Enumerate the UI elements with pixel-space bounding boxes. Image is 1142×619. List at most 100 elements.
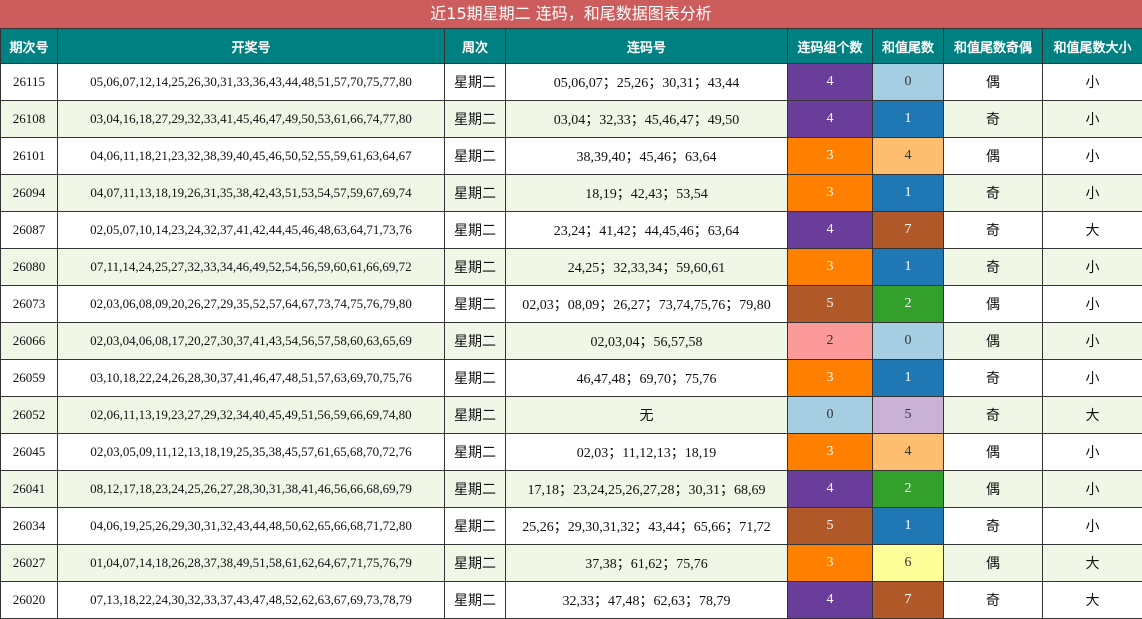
weekday-cell: 星期二: [445, 545, 506, 582]
table-row: 2610104,06,11,18,21,23,32,38,39,40,45,46…: [1, 138, 1142, 175]
header-draw[interactable]: 开奖号: [58, 29, 445, 64]
table-row: 2610803,04,16,18,27,29,32,33,41,45,46,47…: [1, 101, 1142, 138]
weekday-cell: 星期二: [445, 101, 506, 138]
tail-size-cell: 小: [1043, 471, 1142, 508]
tail-parity-cell: 偶: [944, 471, 1043, 508]
tail-parity-cell: 奇: [944, 360, 1043, 397]
tail-parity-cell: 偶: [944, 64, 1043, 101]
tail-parity-cell: 偶: [944, 434, 1043, 471]
weekday-cell: 星期二: [445, 64, 506, 101]
tail-size-cell: 小: [1043, 249, 1142, 286]
table-row: 2609404,07,11,13,18,19,26,31,35,38,42,43…: [1, 175, 1142, 212]
tail-size-cell: 小: [1043, 360, 1142, 397]
issue-cell: 26115: [1, 64, 58, 101]
issue-cell: 26052: [1, 397, 58, 434]
analysis-table: 期次号 开奖号 周次 连码号 连码组个数 和值尾数 和值尾数奇偶 和值尾数大小 …: [0, 28, 1142, 619]
weekday-cell: 星期二: [445, 212, 506, 249]
draw-numbers-cell: 07,13,18,22,24,30,32,33,37,43,47,48,52,6…: [58, 582, 445, 619]
sum-tail-cell: 0: [873, 64, 944, 101]
tail-parity-cell: 奇: [944, 249, 1043, 286]
tail-parity-cell: 奇: [944, 508, 1043, 545]
tail-parity-cell: 偶: [944, 323, 1043, 360]
issue-cell: 26020: [1, 582, 58, 619]
group-count-cell: 5: [788, 508, 873, 545]
group-count-cell: 5: [788, 286, 873, 323]
draw-numbers-cell: 04,07,11,13,18,19,26,31,35,38,42,43,51,5…: [58, 175, 445, 212]
draw-numbers-cell: 01,04,07,14,18,26,28,37,38,49,51,58,61,6…: [58, 545, 445, 582]
table-row: 2611505,06,07,12,14,25,26,30,31,33,36,43…: [1, 64, 1142, 101]
consecutive-numbers-cell: 23,24；41,42；44,45,46；63,64: [506, 212, 788, 249]
issue-cell: 26034: [1, 508, 58, 545]
consecutive-numbers-cell: 46,47,48；69,70；75,76: [506, 360, 788, 397]
draw-numbers-cell: 02,03,05,09,11,12,13,18,19,25,35,38,45,5…: [58, 434, 445, 471]
tail-size-cell: 小: [1043, 64, 1142, 101]
consecutive-numbers-cell: 02,03,04；56,57,58: [506, 323, 788, 360]
consecutive-numbers-cell: 37,38；61,62；75,76: [506, 545, 788, 582]
tail-size-cell: 大: [1043, 582, 1142, 619]
tail-size-cell: 小: [1043, 138, 1142, 175]
issue-cell: 26073: [1, 286, 58, 323]
consecutive-numbers-cell: 05,06,07；25,26；30,31；43,44: [506, 64, 788, 101]
issue-cell: 26101: [1, 138, 58, 175]
weekday-cell: 星期二: [445, 138, 506, 175]
sum-tail-cell: 4: [873, 138, 944, 175]
table-title: 近15期星期二 连码，和尾数据图表分析: [0, 0, 1142, 28]
tail-parity-cell: 奇: [944, 582, 1043, 619]
group-count-cell: 4: [788, 212, 873, 249]
issue-cell: 26027: [1, 545, 58, 582]
consecutive-numbers-cell: 02,03；08,09；26,27；73,74,75,76；79,80: [506, 286, 788, 323]
header-size[interactable]: 和值尾数大小: [1043, 29, 1142, 64]
group-count-cell: 3: [788, 360, 873, 397]
weekday-cell: 星期二: [445, 286, 506, 323]
group-count-cell: 3: [788, 138, 873, 175]
table-row: 2608007,11,14,24,25,27,32,33,34,46,49,52…: [1, 249, 1142, 286]
header-count[interactable]: 连码组个数: [788, 29, 873, 64]
issue-cell: 26041: [1, 471, 58, 508]
tail-size-cell: 小: [1043, 101, 1142, 138]
sum-tail-cell: 4: [873, 434, 944, 471]
sum-tail-cell: 1: [873, 249, 944, 286]
header-parity[interactable]: 和值尾数奇偶: [944, 29, 1043, 64]
draw-numbers-cell: 02,06,11,13,19,23,27,29,32,34,40,45,49,5…: [58, 397, 445, 434]
group-count-cell: 4: [788, 64, 873, 101]
sum-tail-cell: 7: [873, 582, 944, 619]
draw-numbers-cell: 02,03,04,06,08,17,20,27,30,37,41,43,54,5…: [58, 323, 445, 360]
sum-tail-cell: 0: [873, 323, 944, 360]
tail-parity-cell: 奇: [944, 175, 1043, 212]
tail-size-cell: 小: [1043, 286, 1142, 323]
issue-cell: 26059: [1, 360, 58, 397]
group-count-cell: 4: [788, 471, 873, 508]
consecutive-numbers-cell: 32,33；47,48；62,63；78,79: [506, 582, 788, 619]
tail-parity-cell: 偶: [944, 138, 1043, 175]
consecutive-numbers-cell: 17,18；23,24,25,26,27,28；30,31；68,69: [506, 471, 788, 508]
tail-size-cell: 大: [1043, 545, 1142, 582]
consecutive-numbers-cell: 03,04；32,33；45,46,47；49,50: [506, 101, 788, 138]
consecutive-numbers-cell: 02,03；11,12,13；18,19: [506, 434, 788, 471]
header-week[interactable]: 周次: [445, 29, 506, 64]
draw-numbers-cell: 03,04,16,18,27,29,32,33,41,45,46,47,49,5…: [58, 101, 445, 138]
group-count-cell: 3: [788, 249, 873, 286]
header-tail[interactable]: 和值尾数: [873, 29, 944, 64]
draw-numbers-cell: 02,03,06,08,09,20,26,27,29,35,52,57,64,6…: [58, 286, 445, 323]
sum-tail-cell: 1: [873, 360, 944, 397]
sum-tail-cell: 1: [873, 101, 944, 138]
group-count-cell: 3: [788, 175, 873, 212]
header-consec[interactable]: 连码号: [506, 29, 788, 64]
issue-cell: 26087: [1, 212, 58, 249]
weekday-cell: 星期二: [445, 323, 506, 360]
header-row: 期次号 开奖号 周次 连码号 连码组个数 和值尾数 和值尾数奇偶 和值尾数大小: [1, 29, 1142, 64]
table-row: 2607302,03,06,08,09,20,26,27,29,35,52,57…: [1, 286, 1142, 323]
tail-parity-cell: 奇: [944, 212, 1043, 249]
header-issue[interactable]: 期次号: [1, 29, 58, 64]
table-row: 2603404,06,19,25,26,29,30,31,32,43,44,48…: [1, 508, 1142, 545]
table-row: 2604502,03,05,09,11,12,13,18,19,25,35,38…: [1, 434, 1142, 471]
tail-size-cell: 小: [1043, 175, 1142, 212]
tail-parity-cell: 偶: [944, 286, 1043, 323]
weekday-cell: 星期二: [445, 360, 506, 397]
table-row: 2604108,12,17,18,23,24,25,26,27,28,30,31…: [1, 471, 1142, 508]
tail-size-cell: 大: [1043, 397, 1142, 434]
draw-numbers-cell: 04,06,19,25,26,29,30,31,32,43,44,48,50,6…: [58, 508, 445, 545]
draw-numbers-cell: 02,05,07,10,14,23,24,32,37,41,42,44,45,4…: [58, 212, 445, 249]
weekday-cell: 星期二: [445, 249, 506, 286]
draw-numbers-cell: 05,06,07,12,14,25,26,30,31,33,36,43,44,4…: [58, 64, 445, 101]
